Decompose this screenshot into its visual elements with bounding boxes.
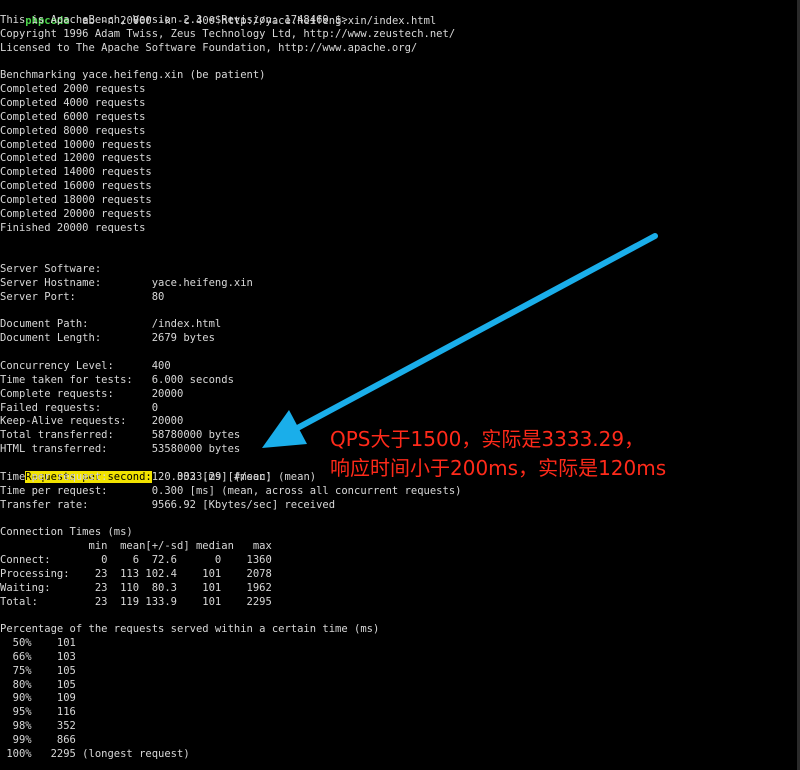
annotation-text-line-2: 响应时间小于200ms，实际是120ms xyxy=(330,456,667,480)
annotation-text-line-1: QPS大于1500，实际是3333.29， xyxy=(330,427,645,451)
annotation-arrow-icon xyxy=(262,233,658,448)
terminal-window[interactable]: phpcode ab -n 20000 -k -c 400 http://yac… xyxy=(0,0,800,770)
